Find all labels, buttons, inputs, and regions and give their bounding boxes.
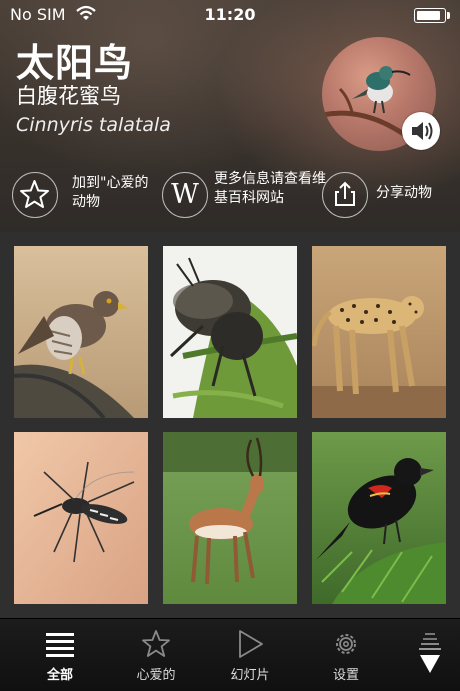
speaker-icon bbox=[412, 122, 433, 140]
star-icon bbox=[20, 180, 49, 208]
list-icon bbox=[46, 633, 74, 657]
hawk-photo bbox=[14, 246, 148, 418]
tab-all[interactable]: 全部 bbox=[14, 619, 106, 691]
star-outline-icon bbox=[142, 630, 170, 657]
gallery-tile-cricket[interactable] bbox=[163, 246, 297, 418]
scroll-down-icon[interactable] bbox=[408, 629, 452, 683]
tab-favorites[interactable]: 心爱的 bbox=[110, 619, 202, 691]
status-bar: No SIM 11:20 bbox=[0, 0, 460, 30]
tab-all-label: 全部 bbox=[46, 668, 73, 683]
impala-photo bbox=[163, 432, 297, 604]
wikipedia-button[interactable]: W 更多信息请查看维基百科网站 bbox=[162, 168, 326, 224]
favorite-label: 加到"心爱的动物 bbox=[72, 175, 149, 210]
gallery-tile-hawk[interactable] bbox=[14, 246, 148, 418]
tab-favorites-label: 心爱的 bbox=[136, 668, 176, 683]
gallery-tile-blackbird[interactable] bbox=[312, 432, 446, 604]
share-label: 分享动物 bbox=[376, 185, 432, 201]
tab-settings[interactable]: 设置 bbox=[300, 619, 392, 691]
gallery-tile-impala[interactable] bbox=[163, 432, 297, 604]
battery-icon bbox=[414, 8, 450, 23]
share-icon bbox=[335, 181, 355, 206]
gallery-tile-cheetah[interactable] bbox=[312, 246, 446, 418]
favorite-ring bbox=[12, 172, 58, 218]
play-sound-button[interactable] bbox=[402, 112, 440, 150]
share-button[interactable]: 分享动物 bbox=[322, 168, 452, 224]
add-favorite-button[interactable]: 加到"心爱的动物 bbox=[12, 168, 162, 224]
animal-header: No SIM 11:20 太阳鸟 白腹花蜜鸟 Cinnyris talatala bbox=[0, 0, 460, 232]
mosquito-photo bbox=[14, 432, 148, 604]
animal-gallery bbox=[0, 232, 460, 618]
tab-slideshow-label: 幻灯片 bbox=[230, 668, 270, 683]
animal-title: 太阳鸟 bbox=[16, 41, 134, 85]
share-ring bbox=[322, 172, 368, 218]
animal-scientific-name: Cinnyris talatala bbox=[16, 114, 171, 136]
tab-bar: 全部 心爱的 幻灯片 设置 bbox=[0, 618, 460, 691]
wikipedia-icon: W bbox=[171, 179, 199, 210]
blackbird-photo bbox=[312, 432, 446, 604]
play-icon bbox=[239, 630, 263, 658]
action-row: 加到"心爱的动物 W 更多信息请查看维基百科网站 分享动物 bbox=[0, 168, 460, 224]
gear-icon bbox=[336, 634, 356, 654]
cheetah-photo bbox=[312, 246, 446, 418]
gallery-tile-mosquito[interactable] bbox=[14, 432, 148, 604]
animal-common-name: 白腹花蜜鸟 bbox=[16, 84, 121, 108]
battery-level bbox=[417, 11, 440, 20]
wikipedia-label: 更多信息请查看维基百科网站 bbox=[214, 171, 326, 206]
tab-settings-label: 设置 bbox=[332, 668, 359, 683]
wikipedia-ring: W bbox=[162, 172, 208, 218]
clock: 11:20 bbox=[204, 5, 256, 24]
cricket-photo bbox=[163, 246, 297, 418]
tab-slideshow[interactable]: 幻灯片 bbox=[204, 619, 296, 691]
